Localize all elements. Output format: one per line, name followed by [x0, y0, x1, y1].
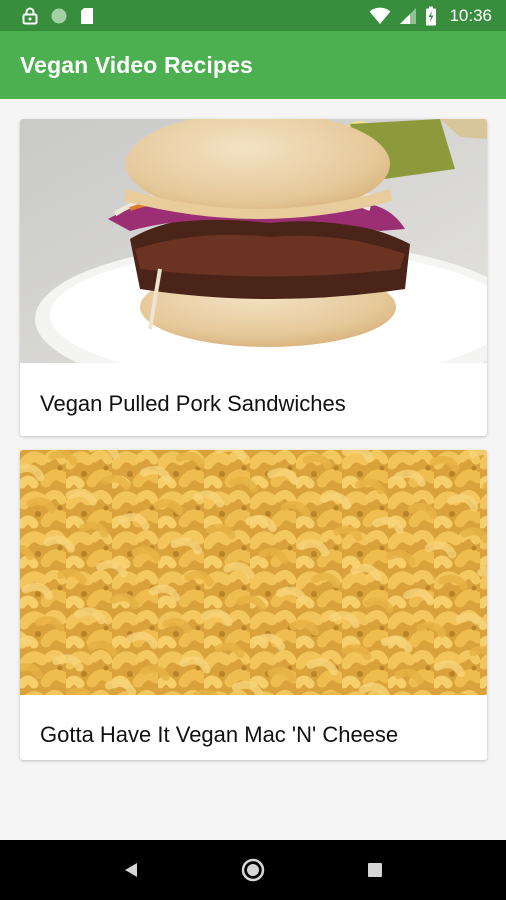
circle-icon: [51, 8, 67, 23]
battery-icon: [426, 6, 437, 25]
lock-icon: [22, 7, 38, 24]
home-icon: [241, 858, 265, 882]
recents-icon: [368, 863, 382, 877]
recipe-title: Gotta Have It Vegan Mac 'N' Cheese: [40, 722, 399, 747]
app-bar: Vegan Video Recipes: [0, 31, 506, 99]
home-button[interactable]: [223, 840, 283, 900]
recipe-list[interactable]: Vegan Pulled Pork Sandwiches Gotta Have …: [0, 99, 506, 840]
recipe-card[interactable]: Gotta Have It Vegan Mac 'N' Cheese: [20, 450, 487, 760]
navigation-bar: [0, 840, 506, 900]
signal-icon: [400, 7, 417, 24]
back-button[interactable]: [101, 840, 161, 900]
status-bar: 10:36: [0, 0, 506, 31]
app-title: Vegan Video Recipes: [20, 51, 253, 78]
pulled-pork-sandwich-photo: [20, 119, 487, 363]
status-right-icons: 10:36: [369, 6, 492, 26]
recipe-card[interactable]: Vegan Pulled Pork Sandwiches: [20, 119, 487, 436]
wifi-icon: [369, 7, 391, 24]
status-time: 10:36: [449, 5, 492, 25]
back-icon: [125, 863, 137, 877]
mac-and-cheese-photo: [20, 450, 487, 695]
recipe-title: Vegan Pulled Pork Sandwiches: [40, 391, 346, 416]
status-left-icons: [22, 7, 94, 25]
sd-card-icon: [81, 7, 93, 24]
recents-button[interactable]: [345, 840, 405, 900]
